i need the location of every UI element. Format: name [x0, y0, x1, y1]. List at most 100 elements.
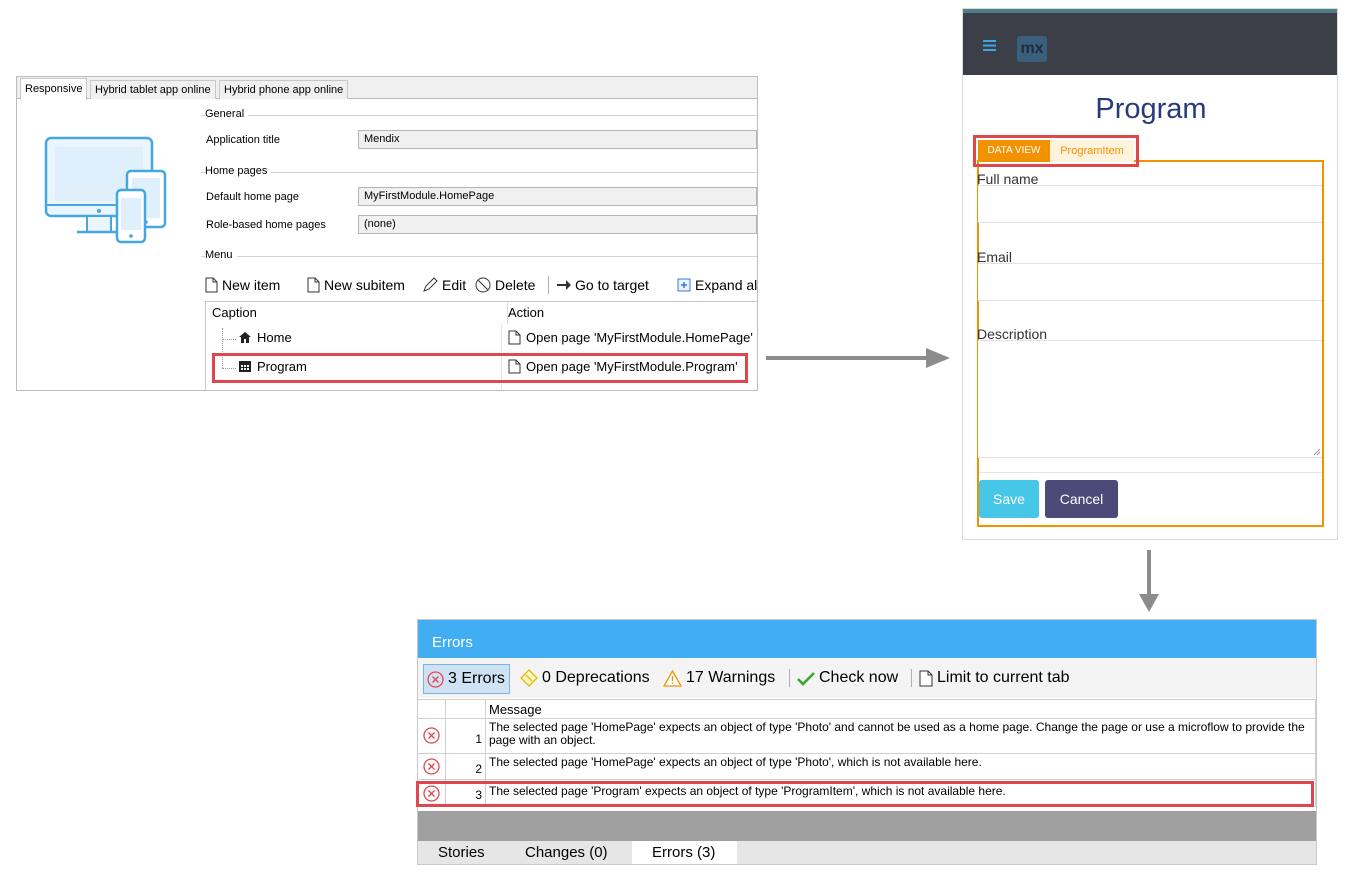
- description-textarea[interactable]: [978, 340, 1322, 458]
- checkmark-icon: [797, 671, 815, 686]
- new-item-label: New item: [222, 277, 281, 293]
- resize-handle-icon[interactable]: [1314, 449, 1321, 456]
- app-title-label: Application title: [206, 134, 280, 146]
- deprecations-filter-button[interactable]: 0 Deprecations: [520, 664, 650, 692]
- tab-responsive[interactable]: Responsive: [20, 78, 88, 100]
- divider: [979, 472, 1322, 473]
- role-home-pages-input[interactable]: (none): [358, 215, 757, 234]
- column-action: Action: [508, 305, 545, 320]
- tab-errors[interactable]: Errors (3): [632, 841, 737, 864]
- errors-panel: Errors 3 Errors 0 Deprecations 17 Warnin…: [417, 619, 1317, 865]
- warning-icon: [663, 669, 682, 687]
- deprecations-count-label: 0 Deprecations: [542, 669, 650, 686]
- tab-changes[interactable]: Changes (0): [525, 841, 608, 864]
- navigation-panel: Responsive Hybrid tablet app online Hybr…: [16, 76, 758, 391]
- default-home-page-input[interactable]: MyFirstModule.HomePage: [358, 187, 757, 206]
- page-preview: mx Program Full name Email Description S…: [962, 8, 1338, 540]
- page-title: Program: [1095, 93, 1207, 125]
- menu-toolbar: New item New subitem Edit Delete Go to t…: [205, 271, 757, 299]
- home-icon: [239, 332, 251, 343]
- tree-line: [222, 339, 236, 340]
- group-general-label: General: [205, 108, 249, 120]
- devices-icon: [44, 136, 167, 244]
- divider: [201, 172, 757, 173]
- expand-all-button[interactable]: Expand all: [677, 271, 758, 299]
- data-view-badge: DATA VIEW: [978, 140, 1050, 162]
- errors-count-label: 3 Errors: [448, 670, 505, 687]
- group-home-pages-label: Home pages: [205, 165, 272, 177]
- column-caption: Caption: [206, 302, 508, 324]
- mx-logo: mx: [1017, 36, 1047, 62]
- default-home-page-label: Default home page: [206, 191, 299, 203]
- check-now-button[interactable]: Check now: [797, 664, 898, 692]
- arrow-line: [766, 356, 930, 360]
- errors-title: Errors: [418, 620, 1316, 658]
- error-row-1-message[interactable]: The selected page 'HomePage' expects an …: [486, 719, 1316, 754]
- pencil-icon: [423, 277, 438, 292]
- highlight-box: [212, 353, 748, 383]
- app-title-input[interactable]: Mendix: [358, 130, 757, 149]
- tab-stories[interactable]: Stories: [438, 841, 485, 864]
- toolbar-separator: [911, 669, 912, 687]
- limit-to-tab-button[interactable]: Limit to current tab: [919, 664, 1070, 692]
- delete-label: Delete: [495, 277, 536, 293]
- document-icon: [919, 670, 933, 686]
- data-view-entity: ProgramItem: [1050, 140, 1134, 162]
- new-document-icon: [205, 277, 218, 293]
- tab-hybrid-phone[interactable]: Hybrid phone app online: [219, 80, 349, 99]
- data-view-tag: DATA VIEW ProgramItem: [973, 135, 1139, 167]
- errors-toolbar: 3 Errors 0 Deprecations 17 Warnings Chec…: [418, 658, 1316, 698]
- tab-hybrid-tablet[interactable]: Hybrid tablet app online: [90, 80, 216, 99]
- arrow-head-down-icon: [1139, 594, 1159, 612]
- error-row-2-icon-cell[interactable]: [418, 754, 446, 780]
- error-icon: [423, 758, 440, 775]
- bottom-tabs: Stories Changes (0) Errors (3): [418, 841, 1316, 864]
- data-view: Full name Email Description: [977, 160, 1324, 527]
- header-cell: [418, 699, 446, 719]
- error-icon: [427, 670, 444, 688]
- warnings-filter-button[interactable]: 17 Warnings: [663, 664, 775, 692]
- role-home-pages-label: Role-based home pages: [206, 219, 326, 231]
- warnings-count-label: 17 Warnings: [686, 669, 776, 686]
- error-row-2-message[interactable]: The selected page 'HomePage' expects an …: [486, 754, 1316, 780]
- highlight-box: [416, 781, 1314, 807]
- menu-row-home-action[interactable]: Open page 'MyFirstModule.HomePage': [508, 330, 753, 345]
- empty-area: [418, 811, 1316, 841]
- divider: [201, 115, 757, 116]
- arrow-line: [1147, 550, 1151, 598]
- toolbar-separator: [548, 276, 549, 294]
- edit-button[interactable]: Edit: [422, 271, 466, 299]
- edit-label: Edit: [442, 277, 467, 293]
- hamburger-icon[interactable]: [983, 40, 996, 51]
- menu-row-home[interactable]: Home: [238, 330, 292, 345]
- arrow-head-right-icon: [926, 348, 950, 368]
- error-row-1-number[interactable]: 1: [446, 719, 486, 754]
- divider: [201, 256, 757, 257]
- page-icon: [508, 330, 521, 345]
- expand-icon: [677, 278, 691, 292]
- profile-tabs: Responsive Hybrid tablet app online Hybr…: [17, 77, 757, 100]
- full-name-input[interactable]: [978, 185, 1322, 223]
- new-subitem-label: New subitem: [324, 277, 405, 293]
- app-header: mx: [963, 13, 1337, 75]
- group-menu-label: Menu: [205, 249, 237, 261]
- new-subitem-button[interactable]: New subitem: [307, 271, 405, 299]
- message-column-header: Message: [486, 699, 1316, 719]
- errors-filter-button[interactable]: 3 Errors: [423, 664, 510, 694]
- email-input[interactable]: [978, 263, 1322, 301]
- limit-to-tab-label: Limit to current tab: [937, 669, 1070, 686]
- header-cell: [446, 699, 486, 719]
- go-to-target-label: Go to target: [575, 277, 649, 293]
- menu-row-caption: Home: [257, 330, 292, 345]
- new-item-button[interactable]: New item: [205, 271, 280, 299]
- delete-button[interactable]: Delete: [475, 271, 535, 299]
- go-to-target-button[interactable]: Go to target: [556, 271, 649, 299]
- cancel-button[interactable]: Cancel: [1045, 480, 1118, 518]
- delete-icon: [475, 277, 491, 293]
- toolbar-separator: [789, 669, 790, 687]
- expand-all-label: Expand all: [695, 277, 758, 293]
- error-row-1-icon-cell[interactable]: [418, 719, 446, 754]
- deprecation-icon: [520, 669, 538, 687]
- error-row-2-number[interactable]: 2: [446, 754, 486, 780]
- save-button[interactable]: Save: [979, 480, 1039, 518]
